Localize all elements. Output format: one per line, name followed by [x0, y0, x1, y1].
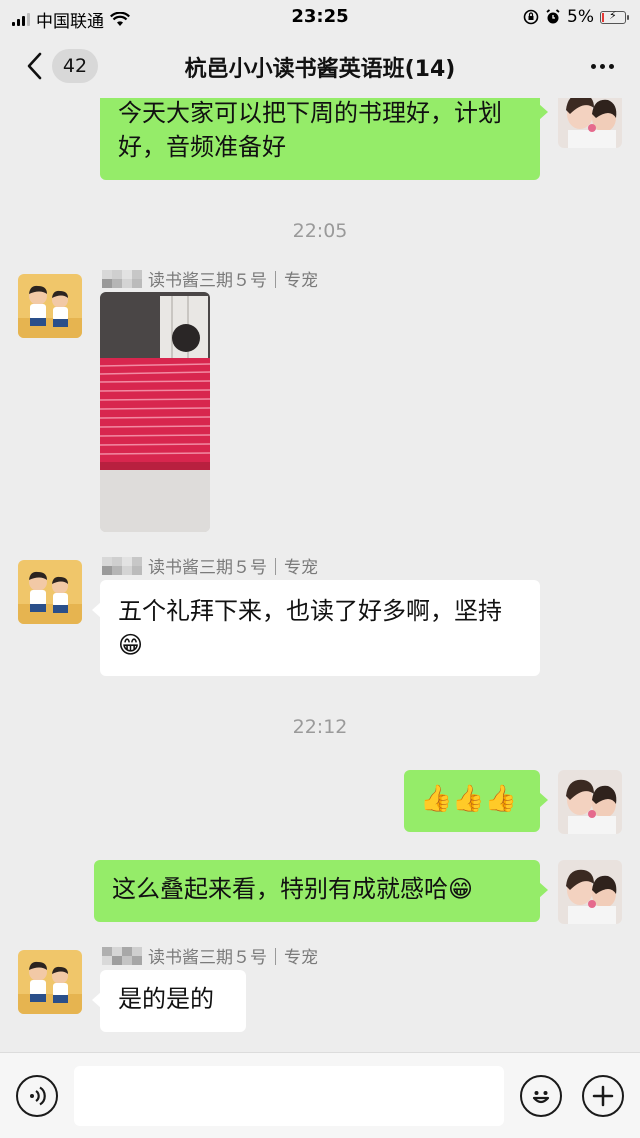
timestamp-divider: 22:05	[292, 220, 348, 242]
message-input[interactable]	[74, 1066, 504, 1126]
outgoing-message-bubble[interactable]: 👍👍👍	[404, 770, 548, 832]
incoming-message-bubble[interactable]: 是的是的	[92, 970, 246, 1032]
voice-button[interactable]	[16, 1075, 58, 1117]
sender-name: 读书酱三期５号｜专宠	[102, 943, 318, 968]
my-avatar[interactable]	[558, 98, 622, 148]
message-text: 是的是的	[118, 985, 214, 1013]
blurred-nickname	[102, 556, 142, 575]
sender-avatar[interactable]	[18, 560, 82, 624]
alarm-icon	[546, 9, 560, 24]
message-text: 这么叠起来看，特别有成就感哈😁	[112, 875, 474, 903]
plus-button[interactable]	[582, 1075, 624, 1117]
sender-name: 读书酱三期５号｜专宠	[102, 553, 318, 578]
message-text: 五个礼拜下来，也读了好多啊，坚持😁	[118, 597, 502, 659]
more-options-button[interactable]	[582, 54, 622, 78]
chat-title: 杭邑小小读书酱英语班(14)	[184, 57, 456, 82]
sender-avatar[interactable]	[18, 274, 82, 338]
emoji-icon	[532, 1091, 550, 1104]
chat-history[interactable]: 今天大家可以把下周的书理好，计划好，音频准备好 22:05 读书酱三期５号｜专宠…	[0, 98, 640, 1052]
unread-count-badge[interactable]: 42	[52, 49, 98, 83]
plus-icon	[592, 1085, 614, 1107]
blurred-nickname	[102, 946, 142, 965]
incoming-message-bubble[interactable]: 五个礼拜下来，也读了好多啊，坚持😁	[92, 580, 540, 676]
battery-percent: 5%	[567, 7, 594, 27]
blurred-nickname	[102, 269, 142, 288]
timestamp-divider: 22:12	[292, 716, 348, 738]
outgoing-message-bubble[interactable]: 这么叠起来看，特别有成就感哈😁	[94, 860, 548, 922]
my-avatar[interactable]	[558, 860, 622, 924]
outgoing-message-bubble[interactable]: 今天大家可以把下周的书理好，计划好，音频准备好	[100, 98, 548, 180]
message-text: 今天大家可以把下周的书理好，计划好，音频准备好	[118, 99, 502, 161]
back-button[interactable]	[14, 47, 54, 85]
nav-bar: 42 杭邑小小读书酱英语班(14)	[0, 34, 640, 98]
emoji-button[interactable]	[520, 1075, 562, 1117]
message-text: 👍👍👍	[420, 784, 518, 814]
battery-icon: ⚡	[600, 9, 629, 24]
shared-photo[interactable]	[100, 292, 210, 532]
sender-name: 读书酱三期５号｜专宠	[102, 266, 318, 291]
sender-avatar[interactable]	[18, 950, 82, 1014]
voice-icon	[30, 1086, 46, 1106]
input-bar	[0, 1052, 640, 1138]
status-bar: 中国联通 23:25 5% ⚡	[0, 0, 640, 34]
my-avatar[interactable]	[558, 770, 622, 834]
rotation-lock-icon	[523, 9, 539, 25]
more-dots-icon	[590, 63, 596, 69]
chevron-left-icon	[27, 52, 42, 80]
